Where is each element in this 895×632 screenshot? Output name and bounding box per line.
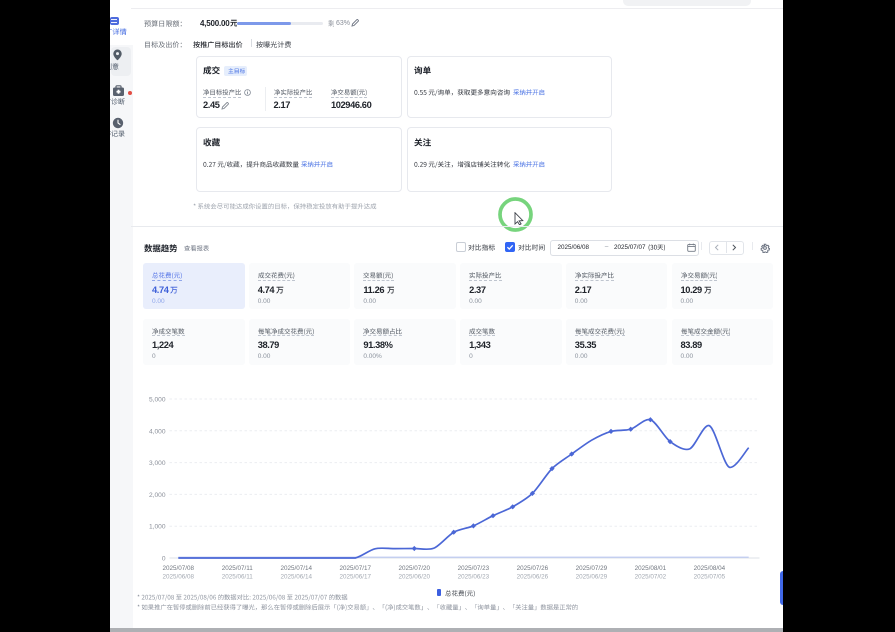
- svg-text:2025/08/01: 2025/08/01: [635, 565, 667, 572]
- svg-text:2025/06/08: 2025/06/08: [163, 573, 195, 580]
- svg-text:2025/06/29: 2025/06/29: [576, 573, 608, 580]
- svg-text:2025/07/08: 2025/07/08: [163, 565, 195, 572]
- svg-text:2025/06/17: 2025/06/17: [340, 573, 372, 580]
- svg-text:2025/07/05: 2025/07/05: [694, 573, 726, 580]
- svg-text:3,000: 3,000: [149, 460, 166, 467]
- svg-text:0: 0: [162, 556, 166, 563]
- svg-text:2025/07/23: 2025/07/23: [458, 565, 490, 572]
- svg-text:1,000: 1,000: [149, 524, 166, 531]
- svg-text:2025/06/20: 2025/06/20: [399, 573, 431, 580]
- svg-text:2025/07/11: 2025/07/11: [222, 565, 254, 572]
- svg-text:2025/07/29: 2025/07/29: [576, 565, 608, 572]
- svg-text:2025/07/17: 2025/07/17: [340, 565, 372, 572]
- svg-text:2025/07/20: 2025/07/20: [399, 565, 431, 572]
- svg-text:4,000: 4,000: [149, 428, 166, 435]
- svg-text:2025/06/26: 2025/06/26: [517, 573, 549, 580]
- svg-text:2025/06/11: 2025/06/11: [222, 573, 254, 580]
- svg-text:2025/07/14: 2025/07/14: [281, 565, 313, 572]
- svg-text:2025/07/02: 2025/07/02: [635, 573, 667, 580]
- svg-text:2025/06/14: 2025/06/14: [281, 573, 313, 580]
- svg-text:2025/06/23: 2025/06/23: [458, 573, 490, 580]
- svg-text:2,000: 2,000: [149, 492, 166, 499]
- svg-text:5,000: 5,000: [149, 397, 166, 404]
- svg-text:2025/07/26: 2025/07/26: [517, 565, 549, 572]
- svg-text:2025/08/04: 2025/08/04: [694, 565, 726, 572]
